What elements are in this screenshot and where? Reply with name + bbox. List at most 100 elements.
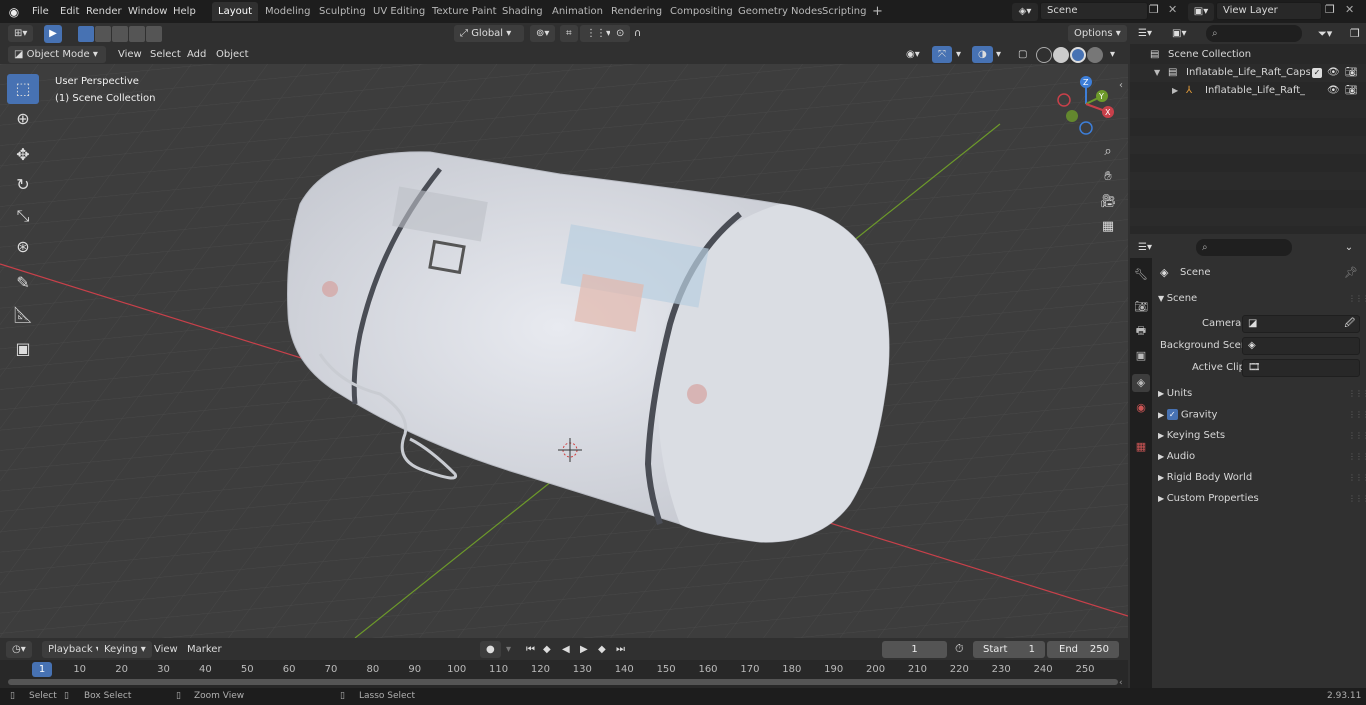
tab-rendering[interactable]: Rendering bbox=[605, 2, 668, 21]
outliner-display-mode-icon[interactable]: ▣▾ bbox=[1172, 25, 1200, 42]
outliner-scene-collection-row[interactable]: ▤ Scene Collection bbox=[1130, 46, 1366, 64]
output-tab-icon[interactable]: 🖶︎ bbox=[1132, 322, 1150, 340]
select-mode-subtract-icon[interactable] bbox=[112, 26, 128, 42]
tab-shading[interactable]: Shading bbox=[496, 2, 549, 21]
shading-rendered-icon[interactable] bbox=[1087, 47, 1103, 63]
tab-texture-paint[interactable]: Texture Paint bbox=[426, 2, 503, 21]
navigation-gizmo[interactable]: Z Y X bbox=[1052, 74, 1122, 138]
end-frame-field[interactable]: End 250 bbox=[1047, 641, 1119, 658]
rotate-tool-icon[interactable]: ↻ bbox=[7, 170, 39, 200]
audio-panel-header[interactable]: ▶ Audio bbox=[1158, 451, 1195, 462]
cursor-tool-icon[interactable]: ⊕ bbox=[7, 104, 39, 134]
select-tool-icon[interactable]: ▶ bbox=[44, 25, 62, 43]
scale-tool-icon[interactable]: ⤡ bbox=[7, 201, 39, 231]
eyedropper-icon[interactable]: 🖉︎ bbox=[1344, 316, 1355, 332]
viewport-menu-add[interactable]: Add bbox=[181, 46, 212, 63]
render-camera-icon[interactable]: 📷︎ bbox=[1345, 82, 1358, 100]
shading-solid-icon[interactable] bbox=[1053, 47, 1069, 63]
keying-dropdown-icon[interactable]: ▾ bbox=[500, 641, 517, 658]
add-workspace-button[interactable]: + bbox=[866, 2, 889, 21]
select-mode-new-icon[interactable] bbox=[78, 26, 94, 42]
expand-arrow-icon[interactable]: ▶ bbox=[1172, 82, 1178, 100]
exclude-checkbox-icon[interactable]: ✓ bbox=[1312, 68, 1322, 78]
gizmo-toggle-icon[interactable]: ⤧ bbox=[932, 46, 952, 63]
xray-toggle-icon[interactable]: ▢ bbox=[1012, 46, 1033, 63]
units-panel-header[interactable]: ▶ Units bbox=[1158, 388, 1192, 399]
menu-edit[interactable]: Edit bbox=[56, 3, 83, 20]
properties-search-input[interactable]: ⌕ bbox=[1196, 239, 1292, 256]
shading-material-icon[interactable] bbox=[1070, 47, 1086, 63]
transform-tool-icon[interactable]: ⊛ bbox=[7, 232, 39, 262]
tab-layout[interactable]: Layout bbox=[212, 2, 258, 21]
tab-geometry-nodes[interactable]: Geometry Nodes bbox=[732, 2, 828, 21]
camera-field[interactable]: ◪ 🖉︎ bbox=[1242, 315, 1360, 333]
timeline-menu-view[interactable]: View bbox=[148, 641, 184, 658]
tool-tab-icon[interactable]: 🔧︎ bbox=[1132, 266, 1150, 284]
select-mode-invert-icon[interactable] bbox=[129, 26, 145, 42]
keying-dropdown[interactable]: Keying ▾ bbox=[98, 641, 152, 658]
blender-logo-icon[interactable]: ◉ bbox=[6, 4, 22, 20]
jump-keyframe-forward-icon[interactable]: ◆ bbox=[592, 641, 612, 658]
overlays-dropdown-icon[interactable]: ▾ bbox=[990, 46, 1007, 63]
outliner-editor-type-icon[interactable]: ☰▾ bbox=[1138, 25, 1166, 42]
move-tool-icon[interactable]: ✥ bbox=[7, 140, 39, 170]
tab-compositing[interactable]: Compositing bbox=[664, 2, 739, 21]
tab-scripting[interactable]: Scripting bbox=[816, 2, 872, 21]
viewport-menu-view[interactable]: View bbox=[112, 46, 148, 63]
new-view-layer-icon[interactable]: ❐ bbox=[1325, 3, 1339, 19]
keying-sets-panel-header[interactable]: ▶ Keying Sets bbox=[1158, 430, 1225, 441]
tab-uv-editing[interactable]: UV Editing bbox=[367, 2, 431, 21]
shading-wireframe-icon[interactable] bbox=[1036, 47, 1052, 63]
properties-options-chevron-icon[interactable]: ⌄ bbox=[1340, 239, 1358, 256]
view-layer-icon[interactable]: ▣▾ bbox=[1188, 3, 1214, 21]
play-reverse-icon[interactable]: ◀ bbox=[556, 641, 576, 658]
panel-drag-handle-icon[interactable]: ⋮⋮⋮⋮ bbox=[1348, 389, 1366, 398]
visibility-eye-icon[interactable]: 👁︎ bbox=[1327, 82, 1340, 100]
pan-view-hand-icon[interactable]: ✋︎ bbox=[1097, 166, 1119, 188]
panel-drag-handle-icon[interactable]: ⋮⋮⋮⋮ bbox=[1348, 473, 1366, 482]
panel-drag-handle-icon[interactable]: ⋮⋮⋮⋮ bbox=[1348, 452, 1366, 461]
select-box-tool-icon[interactable]: ⬚ bbox=[7, 74, 39, 104]
scene-tab-icon[interactable]: ◈ bbox=[1132, 374, 1150, 392]
visibility-eye-icon[interactable]: 👁︎ bbox=[1327, 64, 1340, 82]
editor-type-icon[interactable]: ⊞▾ bbox=[8, 25, 34, 42]
menu-window[interactable]: Window bbox=[124, 3, 171, 20]
panel-drag-handle-icon[interactable]: ⋮⋮⋮⋮ bbox=[1348, 410, 1366, 419]
rigid-body-world-panel-header[interactable]: ▶ Rigid Body World bbox=[1158, 472, 1252, 483]
auto-keying-record-icon[interactable]: ● bbox=[480, 641, 501, 658]
preview-range-stopwatch-icon[interactable]: ⏱︎ bbox=[955, 642, 969, 658]
timeline-scrollbar[interactable] bbox=[8, 679, 1118, 685]
transform-orientation-dropdown[interactable]: ⤢ Global ▾ bbox=[454, 25, 524, 42]
viewport-menu-object[interactable]: Object bbox=[210, 46, 255, 63]
panel-drag-handle-icon[interactable]: ⋮⋮⋮⋮ bbox=[1348, 431, 1366, 440]
annotate-tool-icon[interactable]: ✎ bbox=[7, 268, 39, 298]
gravity-checkbox[interactable]: ✓ bbox=[1166, 409, 1178, 420]
timeline-resize-icon[interactable]: ‹ bbox=[1119, 678, 1123, 688]
visibility-dropdown-icon[interactable]: ◉▾ bbox=[900, 46, 926, 63]
custom-properties-panel-header[interactable]: ▶ Custom Properties bbox=[1158, 493, 1259, 504]
new-scene-icon[interactable]: ❐ bbox=[1149, 3, 1163, 19]
snap-toggle-icon[interactable]: ⌗ bbox=[560, 25, 578, 42]
options-dropdown[interactable]: Options ▾ bbox=[1068, 25, 1127, 42]
tab-modeling[interactable]: Modeling bbox=[259, 2, 317, 21]
outliner-search-input[interactable]: ⌕ bbox=[1206, 25, 1302, 42]
outliner-collection-row[interactable]: ▼ ▤ Inflatable_Life_Raft_Capsule_ ✓ 👁︎ 📷… bbox=[1130, 64, 1366, 82]
gravity-panel-header[interactable]: ▶ ✓ Gravity bbox=[1158, 409, 1217, 421]
menu-help[interactable]: Help bbox=[169, 3, 200, 20]
zoom-view-icon[interactable]: ⌕ bbox=[1097, 141, 1119, 163]
gizmo-dropdown-icon[interactable]: ▾ bbox=[950, 46, 967, 63]
outliner-object-row[interactable]: ▶ ⅄ Inflatable_Life_Raft_Caps 👁︎ 📷︎ bbox=[1130, 82, 1366, 100]
scene-field[interactable]: Scene bbox=[1040, 2, 1148, 20]
close-scene-icon[interactable]: ✕ bbox=[1168, 3, 1180, 19]
menu-file[interactable]: File bbox=[28, 3, 53, 20]
pivot-point-dropdown[interactable]: ⊚▾ bbox=[530, 25, 556, 42]
properties-editor-type-icon[interactable]: ☰▾ bbox=[1138, 239, 1166, 256]
menu-render[interactable]: Render bbox=[82, 3, 126, 20]
timeline-editor-type-icon[interactable]: ◷▾ bbox=[6, 641, 32, 658]
tab-animation[interactable]: Animation bbox=[546, 2, 609, 21]
render-camera-icon[interactable]: 📷︎ bbox=[1345, 64, 1358, 82]
scene-panel-header[interactable]: ▼ Scene bbox=[1158, 293, 1197, 304]
sidebar-collapse-chevron-icon[interactable]: ‹ bbox=[1119, 80, 1123, 91]
add-cube-tool-icon[interactable]: ▣ bbox=[7, 334, 39, 364]
jump-end-icon[interactable]: ⏭ bbox=[610, 641, 631, 658]
